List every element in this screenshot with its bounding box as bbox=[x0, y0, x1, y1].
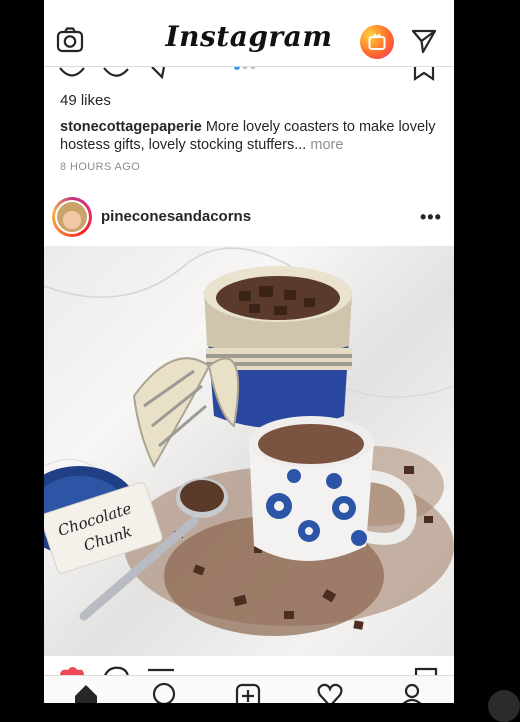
likes-count[interactable]: 49 likes bbox=[60, 92, 111, 109]
instagram-app: Instagram 49 likes stonecottagepaperie M… bbox=[44, 0, 454, 703]
new-post-icon[interactable] bbox=[234, 682, 262, 703]
top-bar: Instagram bbox=[44, 0, 454, 67]
direct-message-icon[interactable] bbox=[410, 27, 438, 55]
save-icon bbox=[413, 66, 435, 82]
search-icon[interactable] bbox=[150, 682, 178, 703]
avatar-photo bbox=[57, 202, 87, 232]
post-timestamp: 8 HOURS AGO bbox=[60, 161, 141, 173]
avatar[interactable] bbox=[52, 197, 92, 237]
share-icon bbox=[151, 66, 166, 80]
caption-username[interactable]: stonecottagepaperie bbox=[60, 119, 202, 135]
scroll-indicator[interactable] bbox=[488, 690, 520, 722]
activity-heart-icon[interactable] bbox=[316, 682, 344, 703]
like-icon bbox=[59, 67, 85, 77]
profile-icon[interactable] bbox=[398, 682, 426, 703]
hot-chocolate-photo: Chocolate Chunk bbox=[44, 247, 454, 636]
igtv-icon[interactable] bbox=[360, 25, 394, 59]
post-username[interactable]: pineconesandacorns bbox=[101, 208, 251, 225]
home-icon[interactable] bbox=[72, 682, 100, 703]
post-caption: stonecottagepaperie More lovely coasters… bbox=[60, 118, 440, 154]
ellipsis-icon[interactable]: ••• bbox=[420, 207, 442, 228]
more-link[interactable]: more bbox=[306, 137, 343, 153]
post-photo[interactable]: Chocolate Chunk bbox=[44, 246, 454, 656]
tab-bar bbox=[44, 675, 454, 703]
comment-icon bbox=[103, 67, 129, 77]
